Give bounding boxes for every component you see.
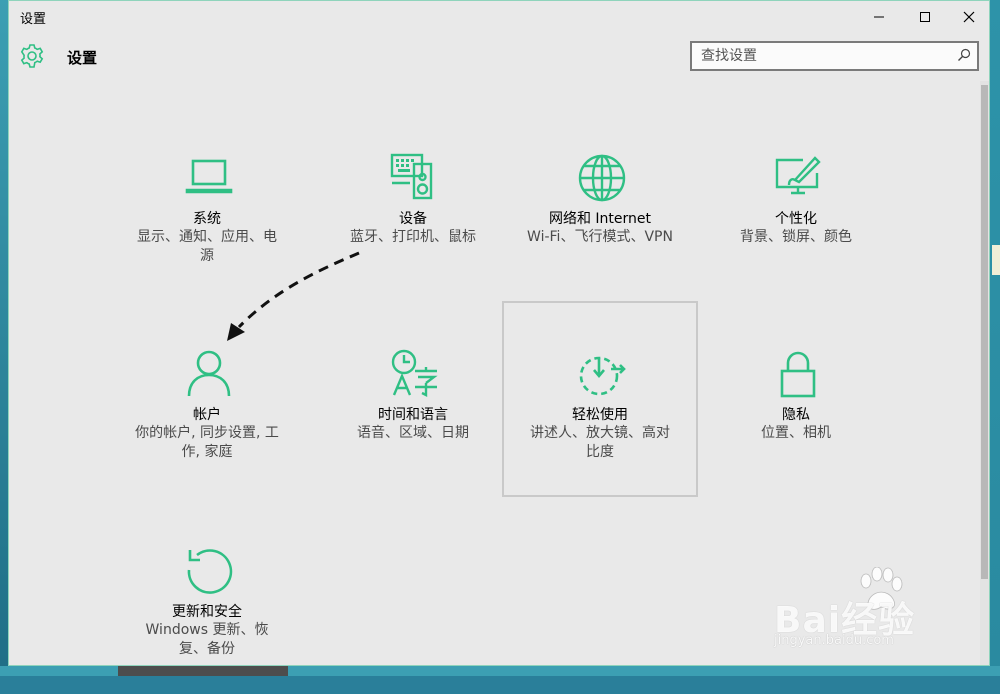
devices-icon xyxy=(390,153,433,200)
settings-window: 设置 设置 查找设置 系统 显示、通知、应用、电源 设备 蓝牙、打印机、鼠标 网… xyxy=(8,0,990,666)
category-update-security[interactable]: 更新和安全 Windows 更新、恢复、备份 xyxy=(109,498,305,694)
desktop-window-edge xyxy=(992,245,1000,275)
ease-of-access-icon xyxy=(579,356,626,396)
category-label: 隐私 xyxy=(782,407,810,423)
category-system[interactable]: 系统 显示、通知、应用、电源 xyxy=(109,105,305,301)
desktop-background-right xyxy=(990,0,1000,676)
category-label: 帐户 xyxy=(193,407,221,423)
personalization-icon xyxy=(775,156,821,195)
category-description: 语音、区域、日期 xyxy=(357,425,469,441)
close-button[interactable] xyxy=(946,1,992,33)
category-network[interactable]: 网络和 Internet Wi-Fi、飞行模式、VPN xyxy=(502,105,698,301)
settings-header: 设置 xyxy=(9,33,989,81)
category-description: 显示、通知、应用、电源 xyxy=(137,229,277,264)
watermark-site: jingyan.baidu.com xyxy=(774,633,894,648)
category-accounts[interactable]: 帐户 你的帐户, 同步设置, 工作, 家庭 xyxy=(109,301,305,497)
category-label: 系统 xyxy=(193,211,221,227)
lock-icon xyxy=(780,351,816,398)
category-label: 网络和 Internet xyxy=(548,211,652,227)
time-language-icon xyxy=(391,349,438,397)
category-label: 轻松使用 xyxy=(572,407,628,423)
gear-icon xyxy=(20,44,44,68)
taskbar-item xyxy=(118,666,288,676)
page-title: 设置 xyxy=(67,49,98,67)
window-title: 设置 xyxy=(20,12,47,27)
category-description: Windows 更新、恢复、备份 xyxy=(145,622,269,657)
category-personalization[interactable]: 个性化 背景、锁屏、颜色 xyxy=(698,105,894,301)
category-description: 背景、锁屏、颜色 xyxy=(740,229,852,245)
category-devices[interactable]: 设备 蓝牙、打印机、鼠标 xyxy=(315,105,511,301)
globe-icon xyxy=(578,154,626,202)
category-ease-of-access[interactable]: 轻松使用 讲述人、放大镜、高对比度 xyxy=(502,301,698,497)
search-input[interactable] xyxy=(692,43,956,69)
search-icon[interactable] xyxy=(957,48,971,62)
close-icon xyxy=(963,11,975,23)
maximize-button[interactable] xyxy=(902,1,948,33)
category-description: 蓝牙、打印机、鼠标 xyxy=(350,229,476,245)
category-description: 讲述人、放大镜、高对比度 xyxy=(530,425,670,460)
update-icon xyxy=(187,549,233,594)
minimize-button[interactable] xyxy=(856,1,902,33)
maximize-icon xyxy=(920,12,930,22)
laptop-icon xyxy=(185,159,233,194)
minimize-icon xyxy=(874,16,884,18)
vertical-scrollbar[interactable] xyxy=(980,81,989,665)
category-time-language[interactable]: 时间和语言 语音、区域、日期 xyxy=(315,301,511,497)
baidu-jingyan-watermark: Bai经验 jingyan.baidu.com xyxy=(764,567,974,657)
person-icon xyxy=(187,350,231,397)
title-bar[interactable]: 设置 xyxy=(9,1,989,33)
category-label: 时间和语言 xyxy=(378,407,448,423)
category-description: 位置、相机 xyxy=(761,425,831,441)
taskbar-edge xyxy=(0,666,1000,676)
category-label: 个性化 xyxy=(775,211,817,227)
category-label: 更新和安全 xyxy=(172,604,242,620)
category-privacy[interactable]: 隐私 位置、相机 xyxy=(698,301,894,497)
scrollbar-thumb[interactable] xyxy=(981,85,988,579)
category-description: 你的帐户, 同步设置, 工作, 家庭 xyxy=(135,425,279,460)
search-box[interactable] xyxy=(690,41,979,71)
category-label: 设备 xyxy=(399,211,427,227)
category-description: Wi-Fi、飞行模式、VPN xyxy=(527,229,673,245)
